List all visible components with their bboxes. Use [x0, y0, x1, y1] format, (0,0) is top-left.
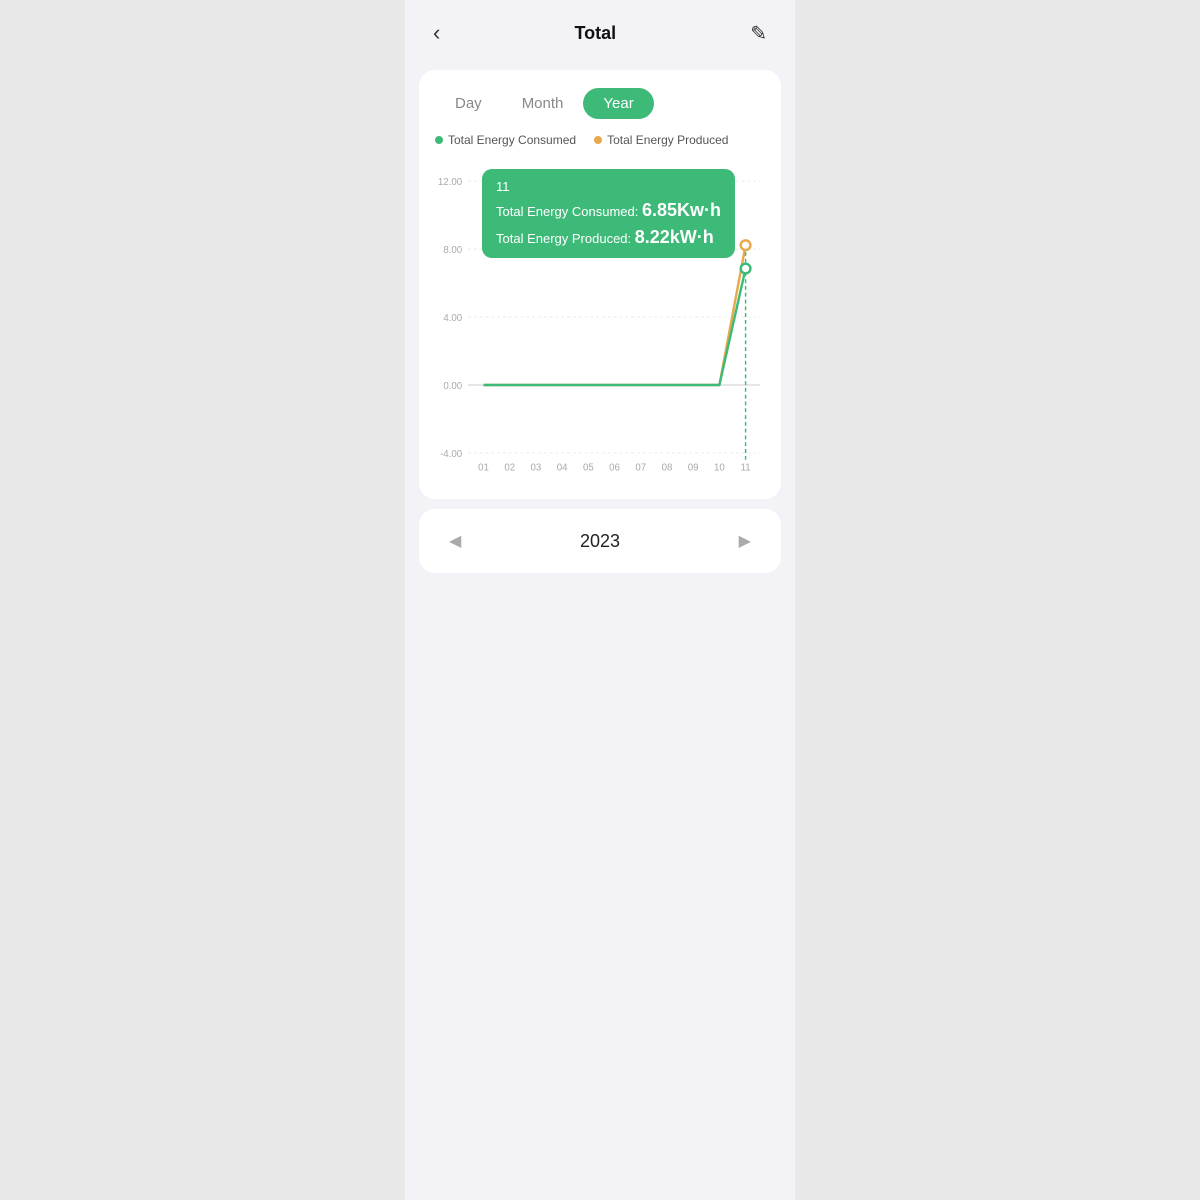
tab-month[interactable]: Month	[502, 88, 584, 119]
chart-card: Day Month Year Total Energy Consumed Tot…	[419, 70, 781, 499]
svg-text:02: 02	[504, 462, 515, 473]
svg-text:10: 10	[714, 462, 725, 473]
prev-year-button[interactable]: ◀	[439, 527, 471, 555]
produced-dot	[594, 136, 602, 144]
chart-area: 12.00 8.00 4.00 0.00 -4.00 01 02 03 04	[435, 159, 765, 479]
svg-text:03: 03	[531, 462, 542, 473]
svg-text:07: 07	[635, 462, 646, 473]
svg-text:05: 05	[583, 462, 594, 473]
legend-row: Total Energy Consumed Total Energy Produ…	[435, 133, 765, 147]
tooltip-produced-value: 8.22kW·h	[635, 227, 714, 247]
svg-text:12.00: 12.00	[438, 177, 463, 188]
svg-text:06: 06	[609, 462, 620, 473]
svg-text:08: 08	[662, 462, 673, 473]
page-title: Total	[574, 23, 616, 44]
header: ‹ Total ✎	[405, 0, 795, 62]
tab-day[interactable]: Day	[435, 88, 502, 119]
year-nav-card: ◀ 2023 ▶	[419, 509, 781, 573]
legend-consumed: Total Energy Consumed	[435, 133, 576, 147]
legend-produced: Total Energy Produced	[594, 133, 728, 147]
svg-text:04: 04	[557, 462, 568, 473]
tooltip-consumed-prefix: Total Energy Consumed:	[496, 204, 642, 219]
tooltip-consumed-value: 6.85Kw·h	[642, 200, 721, 220]
produced-label: Total Energy Produced	[607, 133, 728, 147]
svg-text:09: 09	[688, 462, 699, 473]
tooltip-consumed-row: Total Energy Consumed: 6.85Kw·h	[496, 200, 721, 221]
tooltip-produced-row: Total Energy Produced: 8.22kW·h	[496, 227, 721, 248]
svg-text:01: 01	[478, 462, 489, 473]
tab-row: Day Month Year	[435, 88, 765, 119]
svg-text:8.00: 8.00	[443, 245, 462, 256]
tab-year[interactable]: Year	[583, 88, 653, 119]
consumed-dot	[435, 136, 443, 144]
svg-text:11: 11	[741, 462, 751, 473]
svg-text:4.00: 4.00	[443, 313, 462, 324]
tooltip-point-label: 11	[496, 179, 721, 194]
back-button[interactable]: ‹	[425, 16, 448, 50]
edit-button[interactable]: ✎	[742, 17, 775, 50]
phone-container: ‹ Total ✎ Day Month Year Total Energy Co…	[405, 0, 795, 1200]
next-year-button[interactable]: ▶	[729, 527, 761, 555]
consumed-label: Total Energy Consumed	[448, 133, 576, 147]
svg-text:-4.00: -4.00	[440, 449, 463, 460]
tooltip-box: 11 Total Energy Consumed: 6.85Kw·h Total…	[482, 169, 735, 258]
year-label: 2023	[580, 531, 620, 552]
tooltip-produced-prefix: Total Energy Produced:	[496, 231, 635, 246]
svg-text:0.00: 0.00	[443, 381, 462, 392]
